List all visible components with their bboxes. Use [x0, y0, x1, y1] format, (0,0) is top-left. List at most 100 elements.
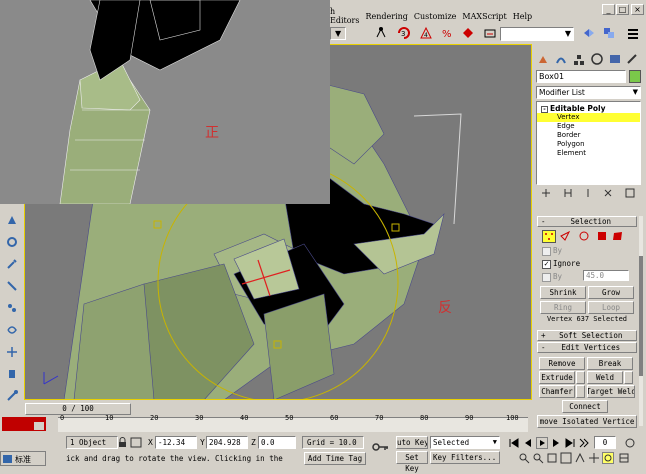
soft-selection-rollout-header[interactable]: + Soft Selection: [537, 330, 637, 341]
menu-rendering[interactable]: Rendering: [365, 12, 407, 21]
minimize-button[interactable]: _: [602, 4, 615, 15]
y-coord-field[interactable]: 204.928: [206, 436, 248, 449]
stack-root-editable-poly[interactable]: - Editable Poly: [537, 104, 640, 113]
key-selection-dropdown[interactable]: Selected ▼: [430, 436, 500, 449]
select-and-link-icon[interactable]: [372, 24, 390, 42]
absolute-mode-icon[interactable]: [130, 437, 142, 448]
time-config-icon[interactable]: [624, 437, 636, 449]
hierarchy-tab-icon[interactable]: [572, 53, 586, 66]
system-icon[interactable]: [3, 366, 20, 382]
set-key-button[interactable]: Set Key: [396, 451, 428, 473]
stack-item-vertex[interactable]: Vertex: [537, 113, 640, 122]
named-selection-sets-dropdown[interactable]: ▼: [500, 27, 574, 41]
close-button[interactable]: ×: [631, 4, 644, 15]
loop-button[interactable]: Loop: [588, 301, 634, 314]
by-angle-checkbox[interactable]: [542, 273, 551, 282]
go-to-start-icon[interactable]: [508, 437, 520, 449]
make-unique-icon[interactable]: [582, 187, 594, 199]
track-bar[interactable]: 0 10 20 30 40 50 60 70 80 90 100: [58, 414, 528, 432]
show-end-result-icon[interactable]: [562, 187, 574, 199]
modify-tab-icon[interactable]: [554, 53, 568, 66]
next-frame-icon[interactable]: [550, 437, 562, 449]
go-to-end-icon[interactable]: [564, 437, 576, 449]
polygon-mode-icon[interactable]: [595, 230, 609, 243]
angle-spinner[interactable]: 45.0: [583, 270, 629, 281]
edge-mode-icon[interactable]: [559, 230, 573, 243]
key-mode-icon[interactable]: [578, 437, 590, 449]
z-coord-field[interactable]: 0.0: [258, 436, 296, 449]
space-warp-icon[interactable]: [3, 322, 20, 338]
motion-tab-icon[interactable]: [590, 53, 604, 66]
utilities-tab-icon[interactable]: [626, 53, 640, 66]
remove-button[interactable]: Remove: [539, 357, 585, 370]
stack-item-polygon[interactable]: Polygon: [537, 140, 640, 149]
key-icon[interactable]: [372, 440, 390, 456]
extrude-settings-button[interactable]: [576, 371, 585, 384]
lock-icon[interactable]: [118, 437, 127, 448]
zoom-extents-icon[interactable]: [546, 452, 558, 464]
arc-rotate-icon[interactable]: [602, 452, 614, 464]
stack-item-element[interactable]: Element: [537, 149, 640, 158]
border-mode-icon[interactable]: [577, 230, 591, 243]
object-color-swatch[interactable]: [629, 70, 641, 83]
grow-button[interactable]: Grow: [588, 286, 634, 299]
zoom-extents-all-icon[interactable]: [560, 452, 572, 464]
weld-button[interactable]: Weld: [587, 371, 623, 384]
helper-icon[interactable]: [3, 344, 20, 360]
selection-rollout-header[interactable]: - Selection: [537, 216, 637, 227]
rotate-snap-icon[interactable]: 3: [395, 24, 413, 42]
chamfer-button[interactable]: Chamfer: [539, 385, 575, 398]
hierarchy-icon[interactable]: [3, 212, 20, 228]
menu-customize[interactable]: Customize: [414, 12, 457, 21]
extrude-button[interactable]: Extrude: [539, 371, 575, 384]
stack-item-edge[interactable]: Edge: [537, 122, 640, 131]
add-time-tag-button[interactable]: Add Time Tag: [304, 452, 366, 465]
selection-filter-dropdown[interactable]: ▼: [330, 27, 346, 40]
time-slider[interactable]: 0 / 100: [25, 403, 131, 415]
percent-snap-icon[interactable]: %: [439, 24, 457, 42]
previous-frame-icon[interactable]: [522, 437, 534, 449]
x-coord-field[interactable]: -12.34: [155, 436, 197, 449]
particle-icon[interactable]: [3, 300, 20, 316]
display-tab-icon[interactable]: [608, 53, 622, 66]
menu-graph-editors[interactable]: h Editors: [330, 7, 359, 25]
key-filters-button[interactable]: Key Filters...: [430, 451, 500, 464]
current-frame-field[interactable]: 0: [594, 436, 616, 449]
create-tab-icon[interactable]: [536, 53, 550, 66]
stack-item-border[interactable]: Border: [537, 131, 640, 140]
bone-icon[interactable]: [3, 278, 20, 294]
gear-icon[interactable]: [3, 234, 20, 250]
layer-manager-icon[interactable]: [624, 24, 642, 42]
play-icon[interactable]: [536, 437, 548, 449]
vertex-mode-icon[interactable]: [542, 230, 556, 243]
ring-button[interactable]: Ring: [540, 301, 586, 314]
align-icon[interactable]: [600, 24, 618, 42]
pan-icon[interactable]: [588, 452, 600, 464]
menu-maxscript[interactable]: MAXScript: [462, 12, 506, 21]
zoom-icon[interactable]: [518, 452, 530, 464]
shrink-button[interactable]: Shrink: [540, 286, 586, 299]
menu-help[interactable]: Help: [513, 12, 532, 21]
edit-vertices-rollout-header[interactable]: - Edit Vertices: [537, 342, 637, 353]
utility-icon[interactable]: [3, 388, 20, 404]
wrench-icon[interactable]: [3, 256, 20, 272]
maximize-button[interactable]: □: [616, 4, 629, 15]
by-vertex-checkbox[interactable]: [542, 247, 551, 256]
zoom-all-icon[interactable]: [532, 452, 544, 464]
ime-indicator[interactable]: 标准: [0, 451, 46, 466]
field-of-view-icon[interactable]: [574, 452, 586, 464]
named-selection-icon[interactable]: [481, 24, 499, 42]
mirror-icon[interactable]: [580, 24, 598, 42]
angle-snap-icon[interactable]: 4: [417, 24, 435, 42]
spinner-snap-icon[interactable]: [459, 24, 477, 42]
weld-settings-button[interactable]: [624, 371, 633, 384]
modifier-list-dropdown[interactable]: Modifier List ▼: [536, 86, 641, 99]
target-weld-button[interactable]: Target Weld: [587, 385, 635, 398]
chamfer-settings-button[interactable]: [576, 385, 585, 398]
element-mode-icon[interactable]: [611, 230, 625, 243]
scrollbar-thumb[interactable]: [639, 256, 643, 376]
command-panel-scrollbar[interactable]: [639, 216, 643, 426]
remove-isolated-vertices-button[interactable]: move Isolated Vertice: [537, 415, 637, 428]
pin-stack-icon[interactable]: [540, 187, 552, 199]
auto-key-button[interactable]: uto Key: [396, 436, 428, 449]
